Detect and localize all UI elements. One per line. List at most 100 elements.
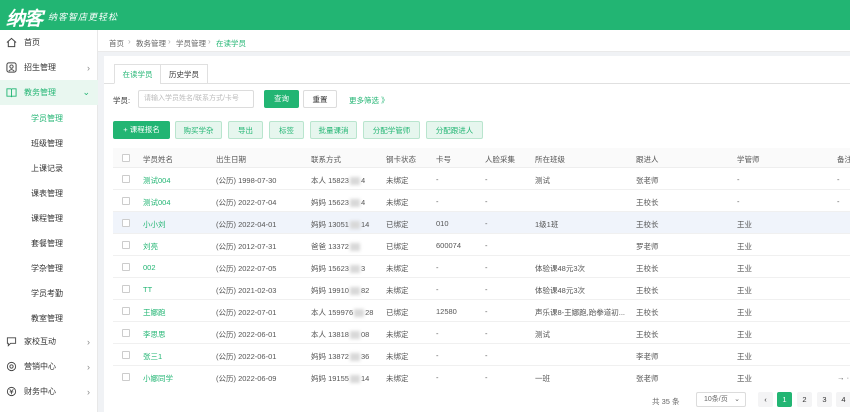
table-row[interactable]: 张三1 (公历) 2022-06-01 妈妈 13872 36 未绑定 - - 李…	[113, 344, 850, 366]
row-checkbox[interactable]	[122, 351, 130, 359]
page-2-button[interactable]: 2	[797, 392, 812, 407]
birth-date: (公历) 2022-06-09	[216, 374, 277, 383]
col-class[interactable]: 所在班级	[535, 154, 565, 165]
tag-button[interactable]: 标签	[269, 121, 304, 139]
col-card-status[interactable]: 钢卡状态	[386, 154, 416, 165]
birth-date: (公历) 2022-07-04	[216, 198, 277, 207]
col-teacher[interactable]: 学管师	[737, 154, 760, 165]
face-status: -	[485, 241, 488, 250]
note: -	[837, 197, 840, 206]
buy-fees-button[interactable]: 购买学杂	[175, 121, 222, 139]
table-row[interactable]: 测试004 (公历) 1998-07-30 本人 15823 4 未绑定 - - …	[113, 168, 850, 190]
page-3-button[interactable]: 3	[817, 392, 832, 407]
sidebar-subitem-courses[interactable]: 课程管理	[0, 205, 98, 230]
sidebar-subitem-fees[interactable]: 学杂管理	[0, 255, 98, 280]
sidebar-subitem-timetable[interactable]: 课表管理	[0, 180, 98, 205]
sidebar-subitem-lesson-records[interactable]: 上课记录	[0, 155, 98, 180]
search-input[interactable]: 请输入学员姓名/联系方式/卡号	[138, 90, 254, 108]
page-size-value: 10条/页	[704, 396, 728, 403]
phone-suffix: 3	[360, 264, 366, 273]
col-name[interactable]: 学员姓名	[143, 154, 173, 165]
row-checkbox[interactable]	[122, 241, 130, 249]
student-name-link[interactable]: 测试004	[143, 197, 171, 208]
chevron-right-icon: ›	[87, 62, 90, 73]
follower: 李老师	[636, 352, 659, 361]
student-name-link[interactable]: 测试004	[143, 175, 171, 186]
tab-history-students[interactable]: 历史学员	[160, 64, 208, 84]
reset-button[interactable]: 重置	[303, 90, 337, 108]
col-card-number[interactable]: 卡号	[436, 154, 451, 165]
redacted-digits	[354, 309, 365, 318]
page-1-button[interactable]: 1	[777, 392, 792, 407]
col-follower[interactable]: 跟进人	[636, 154, 659, 165]
sidebar-subitem-attendance[interactable]: 学员考勤	[0, 280, 98, 305]
row-checkbox[interactable]	[122, 197, 130, 205]
assign-teacher-button[interactable]: 分配学管师	[363, 121, 420, 139]
table-row[interactable]: 王娜跑 (公历) 2022-07-01 本人 159976 28 已绑定 1258…	[113, 300, 850, 322]
row-checkbox[interactable]	[122, 329, 130, 337]
subitem-label: 学员管理	[31, 114, 63, 123]
face-status: -	[485, 197, 488, 206]
follower: 王校长	[636, 308, 659, 317]
chevron-down-icon: ⌄	[734, 396, 740, 403]
student-name-link[interactable]: 刘亮	[143, 241, 158, 252]
sidebar-item-home[interactable]: 首页	[0, 30, 98, 55]
row-checkbox[interactable]	[122, 175, 130, 183]
enroll-course-button[interactable]: + 课程报名	[113, 121, 170, 139]
sidebar-subitem-packages[interactable]: 套餐管理	[0, 230, 98, 255]
brand-logo[interactable]: 纳客	[6, 4, 43, 31]
select-all-checkbox[interactable]	[122, 154, 130, 162]
student-name-link[interactable]: 王娜跑	[143, 307, 166, 318]
teacher: 王业	[737, 308, 752, 317]
student-name-link[interactable]: 小小刘	[143, 219, 166, 230]
prev-page-button[interactable]: ‹	[758, 392, 773, 407]
class-name: 1级1班	[535, 220, 559, 229]
row-checkbox[interactable]	[122, 285, 130, 293]
col-face[interactable]: 人脸采集	[485, 154, 515, 165]
breadcrumb-home[interactable]: 首页	[109, 38, 124, 49]
row-checkbox[interactable]	[122, 307, 130, 315]
table-row[interactable]: 测试004 (公历) 2022-07-04 妈妈 15623 4 未绑定 - - …	[113, 190, 850, 212]
export-button[interactable]: 导出	[228, 121, 263, 139]
sidebar-subitem-classrooms[interactable]: 教室管理	[0, 305, 98, 330]
sidebar-item-home-school[interactable]: 家校互动 ›	[0, 329, 98, 354]
sidebar-subitem-classes[interactable]: 班级管理	[0, 130, 98, 155]
student-name-link[interactable]: 小娜同学	[143, 373, 173, 384]
page-4-button[interactable]: 4	[836, 392, 850, 407]
batch-consume-button[interactable]: 批量课消	[310, 121, 357, 139]
student-name-link[interactable]: 张三1	[143, 351, 162, 362]
chevron-right-icon: ›	[87, 386, 90, 397]
face-status: -	[485, 351, 488, 360]
col-note[interactable]: 备注	[837, 154, 850, 165]
assign-follower-button[interactable]: 分配跟进人	[426, 121, 483, 139]
student-name-link[interactable]: 李思思	[143, 329, 166, 340]
col-contact[interactable]: 联系方式	[311, 154, 341, 165]
top-header: 纳客 纳客智店更轻松	[0, 0, 850, 30]
query-button[interactable]: 查询	[264, 90, 299, 108]
table-row[interactable]: 小娜同学 (公历) 2022-06-09 妈妈 19155 14 未绑定 - - …	[113, 366, 850, 386]
row-checkbox[interactable]	[122, 219, 130, 227]
student-name-link[interactable]: 002	[143, 263, 156, 272]
sidebar-item-admissions[interactable]: 招生管理 ›	[0, 55, 98, 80]
table-row[interactable]: 刘亮 (公历) 2012-07-31 爸爸 13372 已绑定 600074 -…	[113, 234, 850, 256]
sidebar-item-marketing[interactable]: 营销中心 ›	[0, 354, 98, 379]
teacher: 王业	[737, 242, 752, 251]
row-checkbox[interactable]	[122, 263, 130, 271]
tab-current-students[interactable]: 在读学员	[114, 64, 161, 84]
breadcrumb-students[interactable]: 学员管理	[176, 38, 206, 49]
sidebar-item-finance[interactable]: 财务中心 ›	[0, 379, 98, 404]
student-name-link[interactable]: TT	[143, 285, 152, 294]
sidebar-item-academic[interactable]: 教务管理 ⌄	[0, 80, 98, 105]
card-number: 010	[436, 219, 449, 228]
sidebar-subitem-students[interactable]: 学员管理	[0, 105, 98, 130]
contact: 妈妈 19910 82	[311, 285, 369, 296]
page-size-select[interactable]: 10条/页 ⌄	[696, 392, 746, 407]
more-filters-link[interactable]: 更多筛选 》	[349, 95, 389, 106]
breadcrumb-academic[interactable]: 教务管理	[136, 38, 166, 49]
row-checkbox[interactable]	[122, 373, 130, 381]
table-row[interactable]: 002 (公历) 2022-07-05 妈妈 15623 3 未绑定 - - 体验…	[113, 256, 850, 278]
table-row[interactable]: TT (公历) 2021-02-03 妈妈 19910 82 未绑定 - - 体验…	[113, 278, 850, 300]
col-birth[interactable]: 出生日期	[216, 154, 246, 165]
table-row[interactable]: 李思思 (公历) 2022-06-01 本人 13818 08 未绑定 - - 测…	[113, 322, 850, 344]
table-row[interactable]: 小小刘 (公历) 2022-04-01 妈妈 13051 14 已绑定 010 -…	[113, 212, 850, 234]
